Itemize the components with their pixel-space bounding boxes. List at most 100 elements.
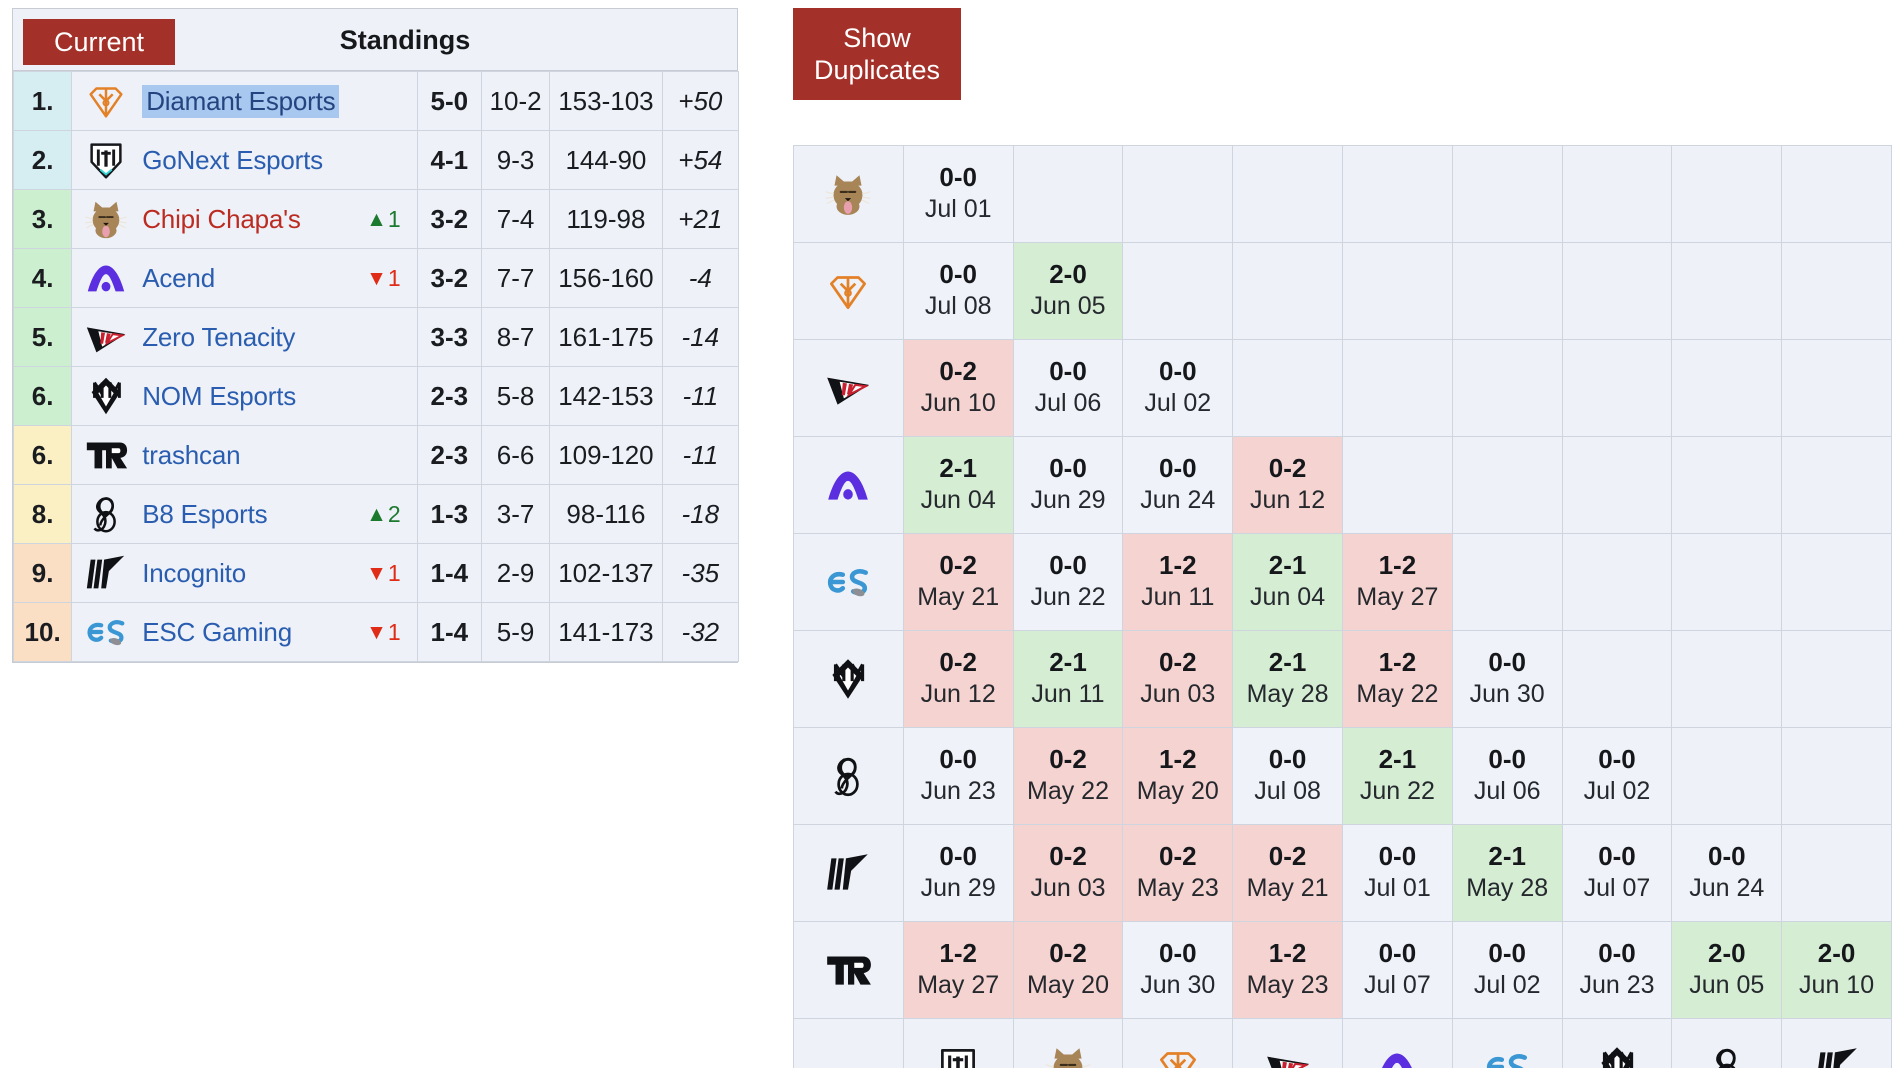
matrix-result-cell[interactable]: 0-0 Jul 07 [1341,921,1453,1019]
matrix-result-cell[interactable]: 0-2 Jun 12 [1232,436,1343,534]
matrix-row-header[interactable] [793,824,904,922]
matrix-result-cell[interactable]: 0-2 May 20 [1012,921,1124,1019]
team-cell[interactable]: GoNext Esports [71,130,418,190]
match-date: Jun 24 [1140,486,1216,515]
matrix-result-cell[interactable]: 2-0 Jun 10 [1781,921,1892,1019]
matrix-result-cell[interactable]: 1-2 Jun 11 [1122,533,1234,631]
matrix-column-header[interactable] [1671,1018,1783,1068]
matrix-column-header[interactable] [902,1018,1014,1068]
standings-row[interactable]: 5. Zero Tenacity 3-3 8-7 161-175 -14 [12,307,740,367]
matrix-result-cell[interactable]: 0-0 Jun 29 [902,824,1014,922]
standings-row[interactable]: 10. ESC Gaming ▼ 1 1-4 5-9 141-173 -32 [12,602,740,662]
matrix-result-cell[interactable]: 0-2 Jun 03 [1012,824,1124,922]
team-name[interactable]: B8 Esports [142,499,267,530]
team-name[interactable]: Acend [142,263,215,294]
matrix-result-cell[interactable]: 2-1 Jun 04 [1232,533,1343,631]
matrix-result-cell[interactable]: 1-2 May 22 [1341,630,1453,728]
matrix-column-header[interactable] [1122,1018,1234,1068]
matrix-result-cell[interactable]: 0-0 Jun 23 [902,727,1014,825]
zero-logo [794,340,903,436]
matrix-row-header[interactable] [793,436,904,534]
matrix-column-header[interactable] [1341,1018,1453,1068]
matrix-result-cell[interactable]: 0-0 Jul 08 [1232,727,1343,825]
matrix-column-header[interactable] [1561,1018,1673,1068]
matrix-result-cell[interactable]: 0-0 Jun 23 [1561,921,1673,1019]
matrix-result-cell[interactable]: 0-0 Jul 02 [1561,727,1673,825]
team-name[interactable]: GoNext Esports [142,145,323,176]
matrix-result-cell[interactable]: 0-2 May 21 [1232,824,1343,922]
matrix-row: 0-2 May 21 0-0 Jun 22 1-2 Jun 11 2-1 Jun 04 1-2 M… [793,533,1892,631]
team-name[interactable]: Incognito [142,558,246,589]
standings-row[interactable]: 6. NOM Esports 2-3 5-8 142-153 -11 [12,366,740,426]
matrix-row-header[interactable] [793,921,904,1019]
matrix-result-cell[interactable]: 0-0 Jul 02 [1122,339,1234,437]
team-name[interactable]: Chipi Chapa's [142,204,301,235]
matrix-column-header[interactable] [1012,1018,1124,1068]
team-name[interactable]: ESC Gaming [142,617,292,648]
matrix-result-cell[interactable]: 0-0 Jun 24 [1122,436,1234,534]
team-name[interactable]: Diamant Esports [142,84,340,118]
matrix-row-header[interactable] [793,533,904,631]
matrix-result-cell[interactable]: 0-0 Jul 02 [1451,921,1563,1019]
matrix-result-cell[interactable]: 0-0 Jul 06 [1451,727,1563,825]
matrix-result-cell[interactable]: 0-0 Jul 06 [1012,339,1124,437]
matrix-result-cell[interactable]: 0-0 Jul 01 [1341,824,1453,922]
team-cell[interactable]: Diamant Esports [71,71,418,131]
matrix-row-header[interactable] [793,339,904,437]
matrix-result-cell[interactable]: 0-0 Jun 30 [1122,921,1234,1019]
matrix-result-cell[interactable]: 0-2 Jun 03 [1122,630,1234,728]
matrix-column-header[interactable] [1232,1018,1343,1068]
standings-row[interactable]: 8. B8 Esports ▲ 2 1-3 3-7 98-116 -18 [12,484,740,544]
team-name[interactable]: NOM Esports [142,381,296,412]
matrix-result-cell[interactable]: 2-1 Jun 22 [1341,727,1453,825]
matrix-result-cell[interactable]: 0-0 Jun 24 [1671,824,1783,922]
matrix-result-cell[interactable]: 0-0 Jul 08 [902,242,1014,340]
team-cell[interactable]: NOM Esports [71,366,418,426]
matrix-column-header[interactable] [1451,1018,1563,1068]
matrix-empty-cell [1561,242,1673,340]
standings-row[interactable]: 4. Acend ▼ 1 3-2 7-7 156-160 -4 [12,248,740,308]
team-cell[interactable]: Incognito ▼ 1 [71,543,418,603]
team-cell[interactable]: B8 Esports ▲ 2 [71,484,418,544]
team-cell[interactable]: Zero Tenacity [71,307,418,367]
matrix-column-header-row [793,1018,1892,1068]
matrix-result-cell[interactable]: 0-2 Jun 10 [902,339,1014,437]
show-duplicates-button[interactable]: Show Duplicates [793,8,961,100]
matrix-result-cell[interactable]: 0-0 Jun 29 [1012,436,1124,534]
team-cell[interactable]: Chipi Chapa's ▲ 1 [71,189,418,249]
matrix-result-cell[interactable]: 2-1 May 28 [1232,630,1343,728]
matrix-result-cell[interactable]: 2-0 Jun 05 [1671,921,1783,1019]
matrix-row-header[interactable] [793,630,904,728]
matrix-result-cell[interactable]: 2-1 Jun 04 [902,436,1014,534]
team-name[interactable]: trashcan [142,440,240,471]
team-name[interactable]: Zero Tenacity [142,322,295,353]
standings-row[interactable]: 3. Chipi Chapa's ▲ 1 3-2 7-4 119-98 +21 [12,189,740,249]
matrix-result-cell[interactable]: 0-2 May 23 [1122,824,1234,922]
team-cell[interactable]: ESC Gaming ▼ 1 [71,602,418,662]
matrix-result-cell[interactable]: 1-2 May 23 [1232,921,1343,1019]
team-cell[interactable]: Acend ▼ 1 [71,248,418,308]
matrix-empty-cell [1561,533,1673,631]
matrix-result-cell[interactable]: 0-0 Jul 07 [1561,824,1673,922]
standings-row[interactable]: 2. GoNext Esports 4-1 9-3 144-90 +54 [12,130,740,190]
matrix-result-cell[interactable]: 1-2 May 20 [1122,727,1234,825]
matrix-row-header[interactable] [793,242,904,340]
matrix-result-cell[interactable]: 2-1 May 28 [1451,824,1563,922]
matrix-result-cell[interactable]: 0-0 Jun 22 [1012,533,1124,631]
matrix-result-cell[interactable]: 0-0 Jul 01 [902,145,1014,243]
matrix-result-cell[interactable]: 0-2 Jun 12 [902,630,1014,728]
matrix-result-cell[interactable]: 0-0 Jun 30 [1451,630,1563,728]
matrix-result-cell[interactable]: 1-2 May 27 [902,921,1014,1019]
matrix-row-header[interactable] [793,145,904,243]
team-cell[interactable]: trashcan [71,425,418,485]
standings-row[interactable]: 6. trashcan 2-3 6-6 109-120 -11 [12,425,740,485]
matrix-result-cell[interactable]: 2-0 Jun 05 [1012,242,1124,340]
matrix-column-header[interactable] [1781,1018,1892,1068]
matrix-result-cell[interactable]: 0-2 May 22 [1012,727,1124,825]
standings-row[interactable]: 1. Diamant Esports 5-0 10-2 153-103 +50 [12,71,740,131]
standings-row[interactable]: 9. Incognito ▼ 1 1-4 2-9 102-137 -35 [12,543,740,603]
matrix-row-header[interactable] [793,727,904,825]
matrix-result-cell[interactable]: 1-2 May 27 [1341,533,1453,631]
matrix-result-cell[interactable]: 0-2 May 21 [902,533,1014,631]
matrix-result-cell[interactable]: 2-1 Jun 11 [1012,630,1124,728]
